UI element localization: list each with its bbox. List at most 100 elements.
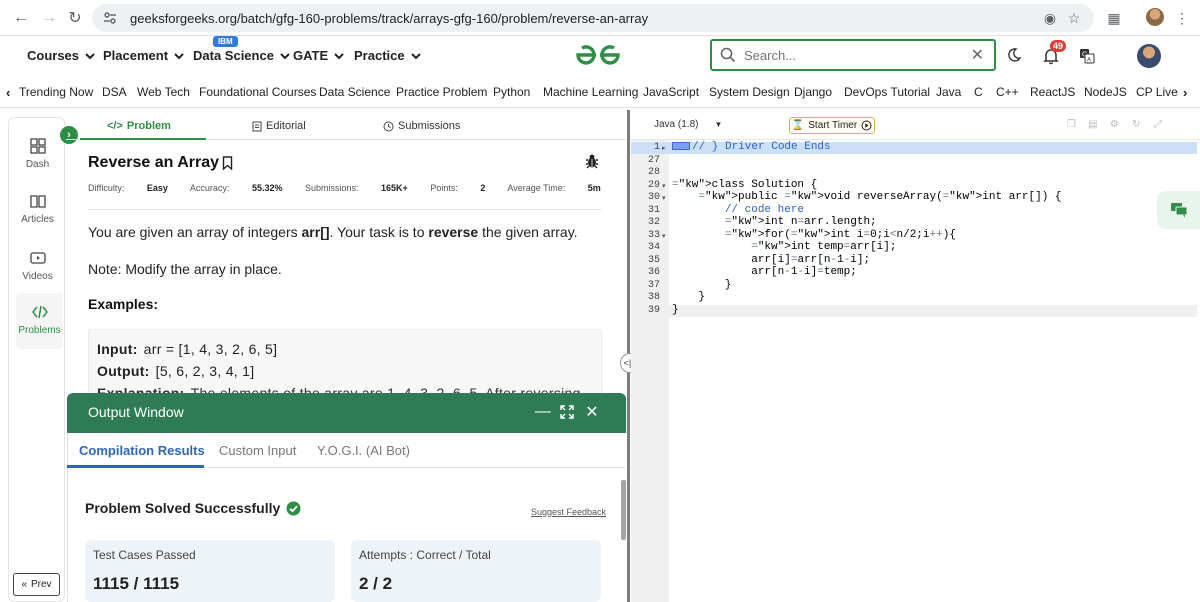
- topic-link[interactable]: C: [974, 85, 983, 99]
- code-line: ="kw">class Solution {: [672, 178, 818, 191]
- menu-gate[interactable]: GATE: [293, 48, 344, 63]
- topic-link[interactable]: Django: [794, 85, 832, 99]
- folded-code-marker[interactable]: [672, 142, 690, 151]
- bookmark-star-icon[interactable]: ☆: [1064, 8, 1084, 28]
- problem-meta: Difficulty: Easy Accuracy: 55.32% Submis…: [88, 183, 621, 193]
- address-bar[interactable]: geeksforgeeks.org/batch/gfg-160-problems…: [92, 4, 1094, 32]
- chevron-right-icon[interactable]: ›: [1183, 85, 1187, 100]
- suggest-feedback-link[interactable]: Suggest Feedback: [531, 507, 606, 517]
- rail-item-articles[interactable]: Articles: [9, 192, 66, 225]
- problem-description: You are given an array of integers arr[]…: [88, 224, 578, 240]
- desc-bold: arr[]: [301, 224, 330, 240]
- search-box[interactable]: ✕: [710, 39, 996, 71]
- clock-icon: [383, 121, 394, 131]
- chat-icon: [1170, 203, 1187, 218]
- topic-link[interactable]: System Design: [709, 85, 790, 99]
- topic-link[interactable]: Trending Now: [19, 85, 93, 99]
- tab-problem[interactable]: </> Problem: [107, 120, 171, 132]
- example-label: Output:: [97, 363, 150, 379]
- user-avatar[interactable]: [1137, 44, 1161, 68]
- meta-label: Accuracy:: [189, 183, 230, 193]
- minimize-icon[interactable]: —: [534, 403, 552, 421]
- prev-button[interactable]: « Prev: [13, 573, 60, 596]
- settings-icon[interactable]: ⚙: [1110, 119, 1122, 131]
- video-icon: [29, 252, 46, 264]
- chevron-left-icon[interactable]: ‹: [6, 85, 10, 100]
- fullscreen-icon[interactable]: ⤢: [1154, 119, 1166, 131]
- browser-toolbar: ← → ↻ geeksforgeeks.org/batch/gfg-160-pr…: [0, 0, 1200, 36]
- fold-arrow-icon[interactable]: ▾: [662, 182, 666, 190]
- topic-link[interactable]: Web Tech: [137, 85, 190, 99]
- topic-link[interactable]: DSA: [102, 85, 127, 99]
- clear-search-icon[interactable]: ✕: [971, 45, 984, 65]
- desc-text: . Your task is to: [329, 224, 429, 240]
- gfg-logo-icon[interactable]: [574, 43, 622, 67]
- line-number: 27: [647, 154, 660, 166]
- topic-link[interactable]: Foundational Courses: [199, 85, 316, 99]
- browser-menu-icon[interactable]: ⋮: [1172, 8, 1192, 28]
- tab-editorial[interactable]: Editorial: [252, 120, 306, 132]
- rail-item-dash[interactable]: Dash: [9, 137, 66, 170]
- expand-icon[interactable]: [558, 403, 576, 421]
- rail-item-videos[interactable]: Videos: [9, 249, 66, 282]
- topic-link[interactable]: NodeJS: [1084, 85, 1127, 99]
- topic-link[interactable]: ReactJS: [1030, 85, 1075, 99]
- reload-icon[interactable]: ↻: [60, 3, 90, 33]
- copy-icon[interactable]: ❐: [1067, 119, 1079, 131]
- menu-courses[interactable]: Courses: [27, 48, 95, 63]
- topic-link[interactable]: Java: [936, 85, 961, 99]
- bookmark-icon[interactable]: [222, 156, 233, 170]
- back-icon[interactable]: ←: [6, 3, 36, 33]
- menu-data-science[interactable]: Data Science: [193, 48, 290, 63]
- fold-arrow-icon[interactable]: ▾: [662, 194, 666, 202]
- accuracy: Accuracy: 55.32%: [190, 183, 283, 193]
- close-icon[interactable]: ✕: [583, 403, 601, 421]
- topic-link[interactable]: Data Science: [319, 85, 390, 99]
- desc-text: You are given an array of integers: [88, 224, 302, 240]
- topic-link[interactable]: DevOps Tutorial: [844, 85, 930, 99]
- topic-link[interactable]: C++: [996, 85, 1019, 99]
- tab-yogi-ai-bot[interactable]: Y.O.G.I. (AI Bot): [317, 443, 410, 458]
- tab-compilation-results[interactable]: Compilation Results: [79, 443, 205, 458]
- profile-avatar-icon[interactable]: [1146, 8, 1164, 26]
- play-circle-icon: [861, 120, 872, 131]
- extensions-icon[interactable]: ▦: [1104, 8, 1124, 28]
- result-status: Problem Solved Successfully: [85, 500, 301, 516]
- line-number: 31: [647, 204, 660, 216]
- tab-submissions[interactable]: Submissions: [383, 120, 460, 132]
- topic-link[interactable]: Python: [493, 85, 530, 99]
- topic-link[interactable]: CP Live: [1136, 85, 1178, 99]
- menu-placement[interactable]: Placement: [103, 48, 184, 63]
- chat-button[interactable]: [1157, 191, 1200, 229]
- tab-custom-input[interactable]: Custom Input: [219, 443, 296, 458]
- code-icon: </>: [107, 120, 123, 132]
- topic-link[interactable]: Machine Learning: [543, 85, 638, 99]
- line-number: 34: [647, 242, 660, 253]
- fold-arrow-icon[interactable]: ▸: [662, 144, 666, 152]
- fold-arrow-icon[interactable]: ▾: [662, 232, 666, 240]
- bug-report-icon[interactable]: [585, 153, 599, 169]
- meta-value: 55.32%: [251, 183, 283, 193]
- refresh-icon[interactable]: ↻: [1132, 119, 1144, 131]
- topic-link[interactable]: Practice Problem: [396, 85, 487, 99]
- prev-label: Prev: [31, 579, 52, 590]
- language-select[interactable]: Java (1.8) ▼: [654, 119, 722, 130]
- tab-label: Editorial: [266, 120, 306, 132]
- code-line: // } Driver Code Ends: [672, 141, 831, 153]
- menu-practice[interactable]: Practice: [354, 48, 421, 63]
- code-line: }: [672, 291, 706, 303]
- dark-mode-toggle-icon[interactable]: [1002, 43, 1026, 67]
- line-number: 30: [647, 192, 660, 203]
- left-rail: [8, 117, 65, 602]
- file-icon[interactable]: ▤: [1088, 119, 1100, 131]
- start-timer-button[interactable]: ⌛ Start Timer: [789, 117, 875, 134]
- rail-label: Articles: [21, 214, 54, 225]
- translate-icon[interactable]: GA: [1075, 44, 1099, 68]
- search-input[interactable]: [744, 47, 954, 63]
- topic-link[interactable]: JavaScript: [643, 85, 699, 99]
- rail-item-problems[interactable]: Problems: [16, 293, 63, 349]
- output-scrollbar[interactable]: [621, 480, 626, 540]
- site-settings-icon[interactable]: [102, 10, 118, 26]
- chevron-down-icon: [410, 52, 421, 59]
- eye-off-icon[interactable]: ◉: [1040, 8, 1060, 28]
